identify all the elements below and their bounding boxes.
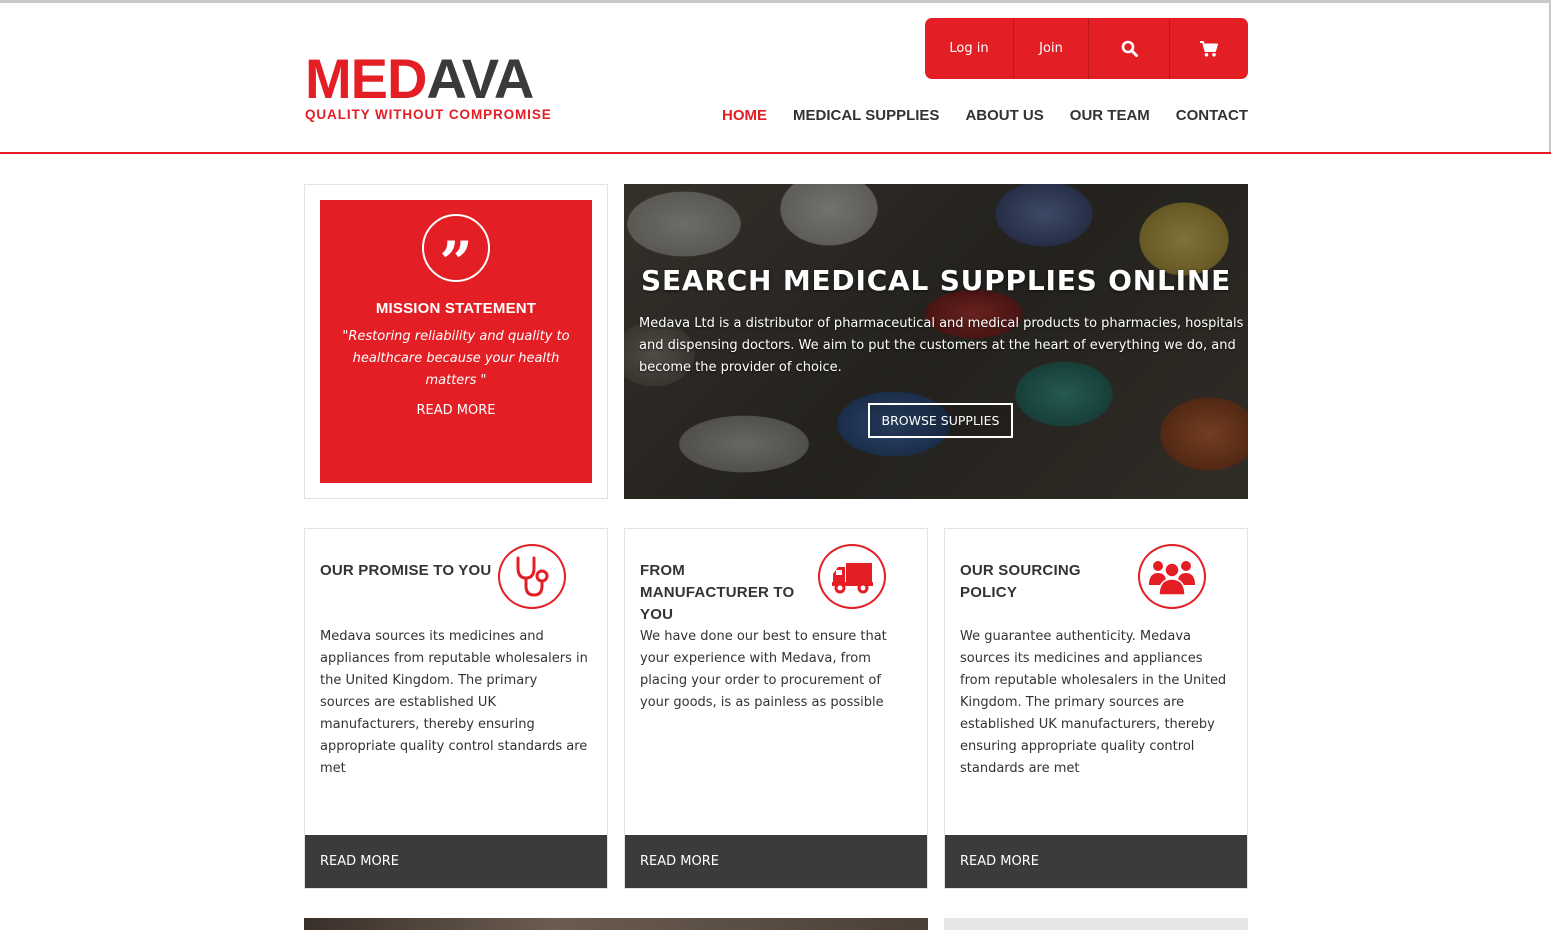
- login-button[interactable]: Log in: [925, 18, 1014, 79]
- browse-supplies-button[interactable]: BROWSE SUPPLIES: [868, 403, 1013, 438]
- card-text: We have done our best to ensure that you…: [640, 629, 887, 710]
- lower-feature-image: [304, 918, 928, 930]
- site-header: MEDAVA QUALITY WITHOUT COMPROMISE Log in…: [0, 3, 1551, 154]
- sourcing-policy-card: OUR SOURCING POLICY We guarantee authent…: [944, 528, 1248, 889]
- site-logo[interactable]: MEDAVA QUALITY WITHOUT COMPROMISE: [305, 51, 565, 123]
- hero-description: Medava Ltd is a distributor of pharmaceu…: [639, 316, 1244, 375]
- hero-banner: SEARCH MEDICAL SUPPLIES ONLINE Medava Lt…: [624, 184, 1248, 499]
- stethoscope-icon: [498, 544, 566, 609]
- card-title: FROM MANUFACTURER TO YOU: [640, 562, 795, 623]
- mission-statement-box: ” MISSION STATEMENT "Restoring reliabili…: [320, 200, 592, 483]
- nav-item-about-us[interactable]: ABOUT US: [965, 107, 1043, 124]
- mission-panel: ” MISSION STATEMENT "Restoring reliabili…: [304, 184, 608, 499]
- mission-title: MISSION STATEMENT: [375, 300, 537, 317]
- card-text: Medava sources its medicines and applian…: [320, 629, 588, 776]
- main-navigation: HOME MEDICAL SUPPLIES ABOUT US OUR TEAM …: [722, 107, 1248, 124]
- lower-side-panel: [944, 918, 1248, 930]
- truck-icon: [818, 544, 886, 609]
- promise-card: OUR PROMISE TO YOU Medava sources its me…: [304, 528, 608, 889]
- card-title: OUR SOURCING POLICY: [960, 562, 1081, 601]
- nav-item-home[interactable]: HOME: [722, 107, 767, 124]
- quote-icon: ”: [422, 214, 490, 297]
- manufacturer-read-more-button[interactable]: READ MORE: [625, 835, 927, 888]
- logo-wordmark: MEDAVA: [305, 51, 565, 107]
- logo-red-part: MED: [305, 47, 427, 110]
- manufacturer-card: FROM MANUFACTURER TO YOU We have done ou…: [624, 528, 928, 889]
- logo-dark-part: AVA: [426, 47, 534, 110]
- join-button[interactable]: Join: [1014, 18, 1089, 79]
- account-toolbar: Log in Join: [925, 18, 1248, 79]
- cart-button[interactable]: [1170, 18, 1248, 79]
- sourcing-read-more-button[interactable]: READ MORE: [945, 835, 1247, 888]
- nav-item-our-team[interactable]: OUR TEAM: [1070, 107, 1150, 124]
- card-title: OUR PROMISE TO YOU: [320, 562, 492, 579]
- logo-tagline: QUALITY WITHOUT COMPROMISE: [305, 107, 552, 122]
- nav-item-medical-supplies[interactable]: MEDICAL SUPPLIES: [793, 107, 939, 124]
- mission-quote: "Restoring reliability and quality to he…: [342, 329, 570, 388]
- search-icon: [1121, 40, 1138, 57]
- card-text: We guarantee authenticity. Medava source…: [960, 629, 1227, 776]
- search-button[interactable]: [1089, 18, 1170, 79]
- mission-read-more-link[interactable]: READ MORE: [320, 403, 592, 418]
- hero-title: SEARCH MEDICAL SUPPLIES ONLINE: [640, 264, 1231, 297]
- nav-item-contact[interactable]: CONTACT: [1176, 107, 1248, 124]
- promise-read-more-button[interactable]: READ MORE: [305, 835, 607, 888]
- cart-icon: [1200, 40, 1218, 57]
- users-icon: [1138, 544, 1206, 609]
